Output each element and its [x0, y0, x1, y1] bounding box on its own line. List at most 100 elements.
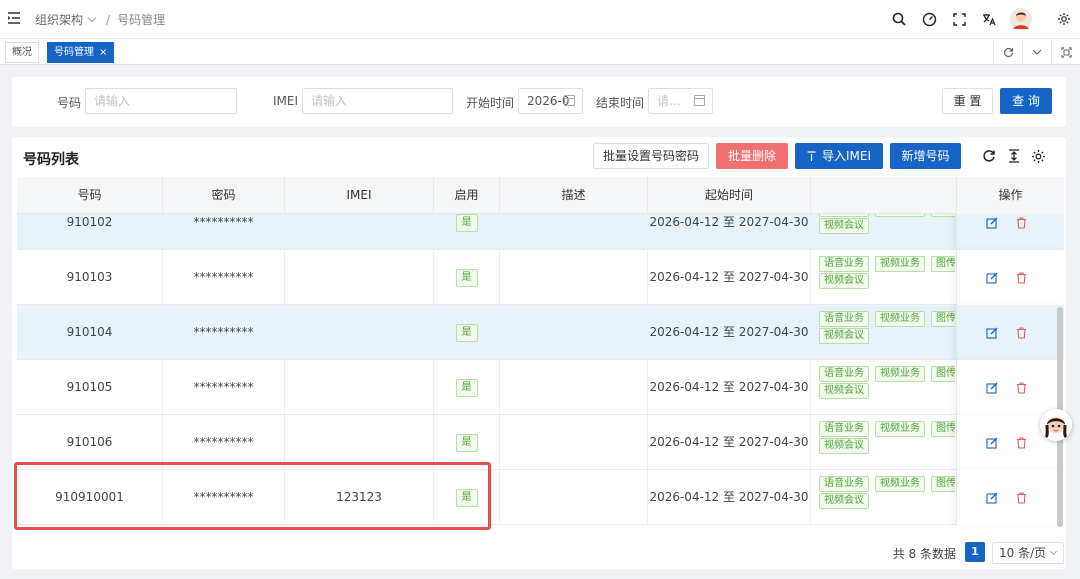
tab-label: 概况	[12, 47, 32, 58]
page-size-select[interactable]: 10 条/页	[992, 542, 1064, 564]
cell-enabled: 是	[434, 250, 500, 305]
cell-enabled: 是	[434, 305, 500, 360]
fullscreen-icon[interactable]	[950, 10, 968, 28]
edit-icon[interactable]	[985, 491, 999, 505]
calendar-icon	[564, 95, 575, 106]
cell-imei	[285, 250, 434, 305]
delete-icon[interactable]	[1014, 381, 1028, 395]
reset-button[interactable]: 重 置	[942, 88, 993, 114]
column-header-number[interactable]: 号码	[17, 177, 163, 214]
column-height-icon[interactable]	[1005, 147, 1023, 165]
delete-icon[interactable]	[1014, 326, 1028, 340]
settings-gear-icon[interactable]	[1055, 10, 1073, 28]
cell-start-time: 2026-04-12 至 2027-04-30	[648, 415, 811, 470]
edit-icon[interactable]	[985, 436, 999, 450]
column-header-start-time[interactable]: 起始时间	[648, 177, 811, 214]
highlight-annotation-box	[14, 462, 491, 530]
assistant-avatar[interactable]	[1040, 409, 1072, 441]
start-time-picker[interactable]: 2026-0	[518, 88, 583, 114]
search-button[interactable]: 查 询	[1000, 88, 1052, 114]
column-header-password[interactable]: 密码	[163, 177, 285, 214]
list-title: 号码列表	[23, 152, 79, 168]
business-tag: 视频会议	[819, 493, 869, 509]
cell-number: 910105	[17, 360, 163, 415]
edit-icon[interactable]	[985, 216, 999, 230]
cell-password: **********	[163, 214, 285, 250]
enabled-tag: 是	[455, 268, 478, 287]
tab-overview[interactable]: 概况	[5, 42, 39, 63]
cell-start-time: 2026-04-12 至 2027-04-30	[648, 360, 811, 415]
column-header-business	[811, 177, 955, 214]
batch-delete-button[interactable]: 批量删除	[716, 143, 788, 169]
page-size-value: 10 条/页	[999, 546, 1047, 560]
cell-business-tags: 语音业务视频业务图传视频会议	[811, 470, 955, 525]
delete-icon[interactable]	[1014, 491, 1028, 505]
table-row[interactable]: 910104 ********** 是 2026-04-12 至 2027-04-30…	[17, 305, 1064, 360]
maximize-icon[interactable]	[1051, 39, 1080, 65]
business-tag: 视频业务	[875, 214, 925, 217]
imei-label: IMEI	[273, 94, 299, 108]
page-number-button[interactable]: 1	[965, 542, 985, 562]
chevron-down-icon	[1049, 547, 1058, 556]
chevron-down-icon[interactable]	[1022, 39, 1051, 65]
business-tag: 语音业务	[819, 476, 869, 492]
end-time-label: 结束时间	[596, 96, 645, 110]
cell-description	[500, 214, 648, 250]
cell-actions	[956, 250, 1064, 305]
cell-description	[500, 305, 648, 360]
end-time-picker[interactable]: 请...	[648, 88, 713, 114]
business-tag: 图传	[931, 214, 955, 217]
business-tag: 视频会议	[819, 218, 869, 234]
dashboard-icon[interactable]	[920, 10, 938, 28]
business-tag: 语音业务	[819, 366, 869, 382]
delete-icon[interactable]	[1014, 436, 1028, 450]
business-tag: 语音业务	[819, 421, 869, 437]
cell-password: **********	[163, 360, 285, 415]
import-imei-button[interactable]: 导入IMEI	[795, 143, 883, 169]
enabled-tag: 是	[455, 214, 478, 232]
business-tag: 语音业务	[819, 214, 869, 217]
filter-panel: 号码 请输入 IMEI 请输入 开始时间 2026-0 结束时间 请... 重 …	[12, 77, 1066, 127]
column-settings-icon[interactable]	[1029, 147, 1047, 165]
edit-icon[interactable]	[985, 381, 999, 395]
top-bar: 组织架构 / 号码管理	[0, 0, 1080, 39]
number-input[interactable]: 请输入	[85, 88, 237, 114]
refresh-icon[interactable]	[980, 147, 998, 165]
import-imei-label: 导入IMEI	[821, 149, 871, 163]
business-tag: 视频会议	[819, 383, 869, 399]
cell-imei	[285, 360, 434, 415]
edit-icon[interactable]	[985, 271, 999, 285]
delete-icon[interactable]	[1014, 271, 1028, 285]
translate-icon[interactable]	[980, 10, 998, 28]
pagination: 共 8 条数据 1 10 条/页	[12, 542, 1066, 564]
menu-collapse-icon[interactable]	[7, 11, 21, 25]
table-row[interactable]: 910102 ********** 是 2026-04-12 至 2027-04-30…	[17, 214, 1064, 250]
total-count: 共 8 条数据	[892, 547, 956, 561]
search-icon[interactable]	[890, 10, 908, 28]
cell-number: 910104	[17, 305, 163, 360]
add-number-button[interactable]: 新增号码	[890, 143, 961, 169]
business-tag: 图传	[931, 311, 955, 327]
edit-icon[interactable]	[985, 326, 999, 340]
cell-start-time: 2026-04-12 至 2027-04-30	[648, 250, 811, 305]
refresh-tab-button[interactable]	[993, 39, 1022, 65]
delete-icon[interactable]	[1014, 216, 1028, 230]
tab-number-management[interactable]: 号码管理 ×	[47, 42, 115, 63]
user-avatar[interactable]	[1010, 8, 1032, 30]
business-tag: 语音业务	[819, 311, 869, 327]
cell-password: **********	[163, 250, 285, 305]
batch-set-password-button[interactable]: 批量设置号码密码	[593, 143, 709, 169]
imei-input[interactable]: 请输入	[302, 88, 453, 114]
column-header-description[interactable]: 描述	[500, 177, 648, 214]
table-row[interactable]: 910103 ********** 是 2026-04-12 至 2027-04-30…	[17, 250, 1064, 305]
cell-password: **********	[163, 305, 285, 360]
column-header-imei[interactable]: IMEI	[285, 177, 434, 214]
column-header-enabled[interactable]: 启用	[434, 177, 500, 214]
business-tag: 视频业务	[875, 476, 925, 492]
chevron-down-icon[interactable]	[87, 13, 97, 23]
end-time-placeholder: 请...	[657, 94, 681, 108]
breadcrumb-parent[interactable]: 组织架构	[35, 11, 83, 28]
table-row[interactable]: 910105 ********** 是 2026-04-12 至 2027-04-30…	[17, 360, 1064, 415]
close-icon[interactable]: ×	[99, 47, 107, 58]
cell-business-tags: 语音业务视频业务图传视频会议	[811, 360, 955, 415]
